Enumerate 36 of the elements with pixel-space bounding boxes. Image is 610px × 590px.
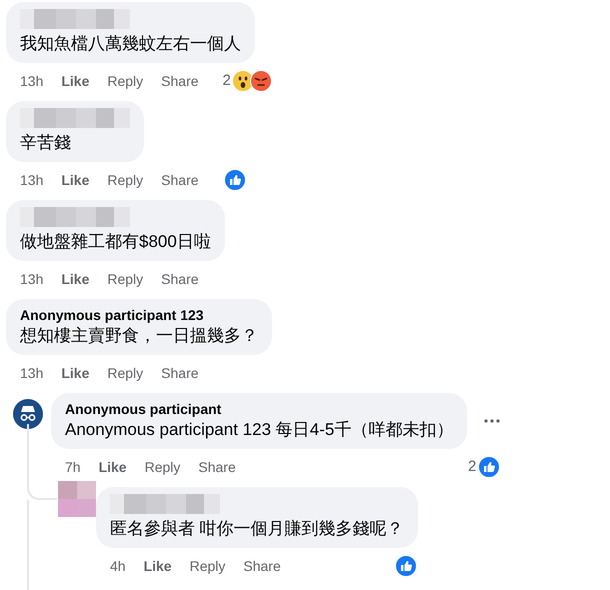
comment-text: Anonymous participant 123 每日4-5千（咩都未扣） xyxy=(65,419,454,441)
time-stamp[interactable]: 4h xyxy=(110,556,126,576)
action-link[interactable]: Like xyxy=(61,362,90,384)
action-link[interactable]: Share xyxy=(161,70,199,92)
action-link[interactable]: Reply xyxy=(107,362,144,384)
incognito-avatar-icon[interactable] xyxy=(12,398,44,430)
author-name[interactable]: Anonymous participant 123 xyxy=(20,306,258,324)
action-link[interactable]: Share xyxy=(198,456,236,478)
comment-text: 匿名參與者 咁你一個月賺到幾多錢呢？ xyxy=(110,518,404,540)
time-stamp[interactable]: 7h xyxy=(65,456,81,478)
action-link[interactable]: Reply xyxy=(107,268,144,290)
action-link[interactable]: Share xyxy=(243,556,281,576)
reaction-count[interactable]: 2 xyxy=(468,456,476,478)
action-link[interactable]: Reply xyxy=(190,556,226,576)
action-link[interactable]: Reply xyxy=(144,456,180,478)
author-name[interactable]: Anonymous participant xyxy=(65,400,454,418)
action-link[interactable]: Like xyxy=(98,456,127,478)
action-link[interactable]: Share xyxy=(161,268,199,290)
action-link[interactable]: Reply xyxy=(107,70,144,92)
action-link[interactable]: Like xyxy=(61,268,90,290)
action-link[interactable]: Like xyxy=(61,70,90,92)
action-link[interactable]: Like xyxy=(61,170,90,190)
time-stamp[interactable]: 13h xyxy=(20,362,44,384)
time-stamp[interactable]: 13h xyxy=(20,70,44,92)
action-link[interactable]: Like xyxy=(144,556,172,576)
more-options-icon[interactable] xyxy=(483,418,502,424)
comment-text: 做地盤雜工都有$800日啦 xyxy=(20,231,211,253)
action-link[interactable]: Share xyxy=(161,362,199,384)
action-link[interactable]: Share xyxy=(161,170,199,190)
action-link[interactable]: Reply xyxy=(107,170,144,190)
time-stamp[interactable]: 13h xyxy=(20,170,44,190)
comment-text: 辛苦錢 xyxy=(20,132,72,154)
reaction-count[interactable]: 2 xyxy=(222,70,231,92)
comment-text: 我知魚檔八萬幾蚊左右一個人 xyxy=(20,33,241,55)
comment-text: 想知樓主賣野食，一日搵幾多？ xyxy=(20,325,258,347)
time-stamp[interactable]: 13h xyxy=(20,268,44,290)
